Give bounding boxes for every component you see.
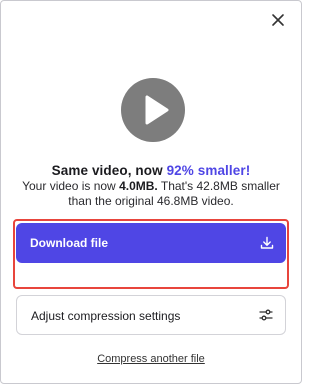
compression-result-dialog: Same video, now 92% smaller! Your video … (0, 0, 302, 384)
sliders-icon (259, 309, 273, 321)
download-file-button[interactable]: Download file (16, 223, 286, 263)
headline-accent: 92% smaller! (166, 163, 251, 178)
adjust-compression-settings-button[interactable]: Adjust compression settings (16, 295, 286, 335)
adjust-settings-label: Adjust compression settings (31, 309, 181, 323)
play-icon (145, 95, 169, 125)
download-file-label: Download file (30, 236, 108, 250)
description-part1: Your video is now (22, 179, 120, 193)
close-icon (272, 14, 284, 26)
close-button[interactable] (268, 10, 288, 30)
result-description: Your video is now 4.0MB. That's 42.8MB s… (15, 179, 287, 209)
result-headline: Same video, now 92% smaller! (1, 163, 301, 178)
headline-text: Same video, now (51, 163, 167, 178)
compress-another-file-link[interactable]: Compress another file (1, 353, 301, 365)
new-size: 4.0MB. (119, 179, 158, 193)
video-preview[interactable] (121, 78, 185, 142)
download-icon (260, 236, 274, 249)
